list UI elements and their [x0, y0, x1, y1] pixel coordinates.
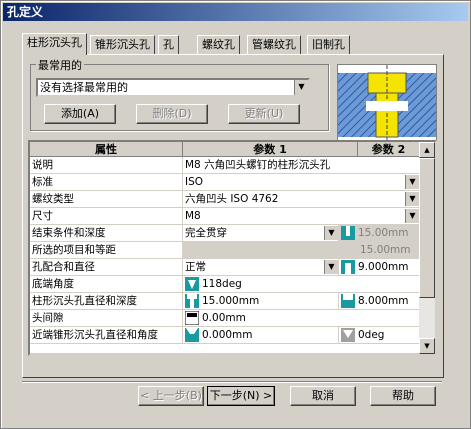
- table-row: 螺纹类型 六角凹头 ISO 4762 ▼: [30, 191, 420, 208]
- near-csink-icon: [185, 328, 199, 342]
- property-name: 所选的项目和等距: [30, 242, 183, 258]
- cbore-depth-field[interactable]: 8.000mm: [339, 293, 420, 309]
- scroll-up-icon[interactable]: ▲: [419, 142, 435, 158]
- table-row: 近端锥形沉头孔直径和角度 0.000mm 0deg: [30, 327, 420, 344]
- back-button[interactable]: < 上一步(B): [138, 386, 204, 406]
- table-row: 孔配合和直径 正常 ▼ 9.000mm: [30, 259, 420, 276]
- property-grid: 属性 参数 1 参数 2 说明 M8 六角凹头螺钉的柱形沉头孔 标准 ISO ▼…: [28, 140, 437, 356]
- chevron-down-icon[interactable]: ▼: [405, 192, 419, 206]
- property-name: 结束条件和深度: [30, 225, 183, 241]
- update-button[interactable]: 更新(U): [228, 104, 300, 124]
- header-param-1: 参数 1: [183, 142, 358, 157]
- offset-value: 15.00mm: [358, 242, 420, 258]
- grid-scrollbar[interactable]: ▲ ▼: [419, 142, 435, 354]
- near-csink-diameter-value: 0.000mm: [202, 329, 253, 341]
- property-name: 柱形沉头孔直径和深度: [30, 293, 183, 309]
- table-row: 头间隙 0.00mm: [30, 310, 420, 327]
- standard-value: ISO: [185, 176, 204, 188]
- size-select[interactable]: M8 ▼: [183, 208, 420, 224]
- favorites-select-value: 没有选择最常用的: [40, 81, 128, 94]
- favorites-select[interactable]: 没有选择最常用的 ▼: [36, 78, 310, 97]
- hole-diameter-field[interactable]: 9.000mm: [339, 259, 420, 275]
- near-csink-angle-value: 0deg: [358, 329, 385, 341]
- screw-type-select[interactable]: 六角凹头 ISO 4762 ▼: [183, 191, 420, 207]
- property-name: 近端锥形沉头孔直径和角度: [30, 327, 183, 343]
- tab-tapped-hole[interactable]: 螺纹孔: [197, 35, 240, 54]
- drill-angle-icon: [185, 277, 199, 291]
- favorites-group-label: 最常用的: [36, 57, 84, 73]
- chevron-down-icon[interactable]: ▼: [324, 260, 338, 274]
- cbore-depth-icon: [341, 294, 355, 308]
- near-csink-angle-field[interactable]: 0deg: [339, 327, 420, 343]
- near-csink-diameter-field[interactable]: 0.000mm: [183, 327, 339, 343]
- end-condition-value: 完全贯穿: [185, 227, 227, 239]
- add-button[interactable]: 添加(A): [44, 104, 116, 124]
- scroll-thumb[interactable]: [419, 158, 435, 298]
- table-row: 尺寸 M8 ▼: [30, 208, 420, 225]
- tab-hole[interactable]: 孔: [158, 35, 179, 54]
- depth-value: 15.00mm: [358, 227, 409, 239]
- chevron-down-icon[interactable]: ▼: [294, 80, 308, 95]
- selected-item-field: [183, 242, 358, 258]
- header-param-2: 参数 2: [358, 142, 420, 157]
- head-clearance-icon: [185, 311, 199, 325]
- head-clearance-value: 0.00mm: [202, 312, 246, 324]
- head-clearance-field[interactable]: 0.00mm: [183, 310, 420, 326]
- dialog-title: 孔定义: [3, 3, 468, 21]
- cbore-diameter-icon: [185, 294, 199, 308]
- property-name: 头间隙: [30, 310, 183, 326]
- table-row: 所选的项目和等距 15.00mm: [30, 242, 420, 259]
- drill-angle-value: 118deg: [202, 278, 242, 290]
- depth-field[interactable]: 15.00mm: [339, 225, 420, 241]
- screw-type-value: 六角凹头 ISO 4762: [185, 193, 279, 205]
- cbore-diameter-value: 15.000mm: [202, 295, 260, 307]
- table-row: 标准 ISO ▼: [30, 174, 420, 191]
- table-row: 结束条件和深度 完全贯穿 ▼ 15.00mm: [30, 225, 420, 242]
- drill-angle-field[interactable]: 118deg: [183, 276, 420, 292]
- description-field[interactable]: M8 六角凹头螺钉的柱形沉头孔: [183, 157, 420, 173]
- cbore-diameter-field[interactable]: 15.000mm: [183, 293, 339, 309]
- table-row: 柱形沉头孔直径和深度 15.000mm 8.000mm: [30, 293, 420, 310]
- table-row: 说明 M8 六角凹头螺钉的柱形沉头孔: [30, 157, 420, 174]
- tab-legacy-hole[interactable]: 旧制孔: [307, 35, 350, 54]
- cancel-button[interactable]: 取消: [290, 386, 356, 406]
- table-row: 底端角度 118deg: [30, 276, 420, 293]
- tab-countersink[interactable]: 锥形沉头孔: [90, 35, 155, 54]
- tab-counterbore[interactable]: 柱形沉头孔: [22, 33, 87, 55]
- depth-icon: [341, 226, 355, 240]
- scroll-down-icon[interactable]: ▼: [419, 338, 435, 354]
- chevron-down-icon[interactable]: ▼: [324, 226, 338, 240]
- footer-divider: [22, 381, 442, 383]
- property-name: 尺寸: [30, 208, 183, 224]
- header-property: 属性: [30, 142, 183, 157]
- size-value: M8: [185, 210, 201, 222]
- property-name: 螺纹类型: [30, 191, 183, 207]
- standard-select[interactable]: ISO ▼: [183, 174, 420, 190]
- end-condition-select[interactable]: 完全贯穿 ▼: [183, 225, 339, 241]
- chevron-down-icon[interactable]: ▼: [405, 209, 419, 223]
- fit-select[interactable]: 正常 ▼: [183, 259, 339, 275]
- property-name: 底端角度: [30, 276, 183, 292]
- help-button[interactable]: 帮助: [370, 386, 436, 406]
- hole-preview-image: [337, 64, 437, 146]
- next-button[interactable]: 下一步(N) >: [207, 386, 275, 406]
- property-name: 说明: [30, 157, 183, 173]
- csink-angle-icon: [341, 328, 355, 342]
- property-name: 标准: [30, 174, 183, 190]
- delete-button[interactable]: 删除(D): [136, 104, 208, 124]
- chevron-down-icon[interactable]: ▼: [405, 175, 419, 189]
- property-name: 孔配合和直径: [30, 259, 183, 275]
- hole-diameter-value: 9.000mm: [358, 261, 409, 273]
- cbore-depth-value: 8.000mm: [358, 295, 409, 307]
- tab-pipe-tap[interactable]: 管螺纹孔: [247, 35, 301, 54]
- table-row: [30, 344, 420, 354]
- diameter-icon: [341, 260, 355, 274]
- fit-value: 正常: [185, 261, 206, 273]
